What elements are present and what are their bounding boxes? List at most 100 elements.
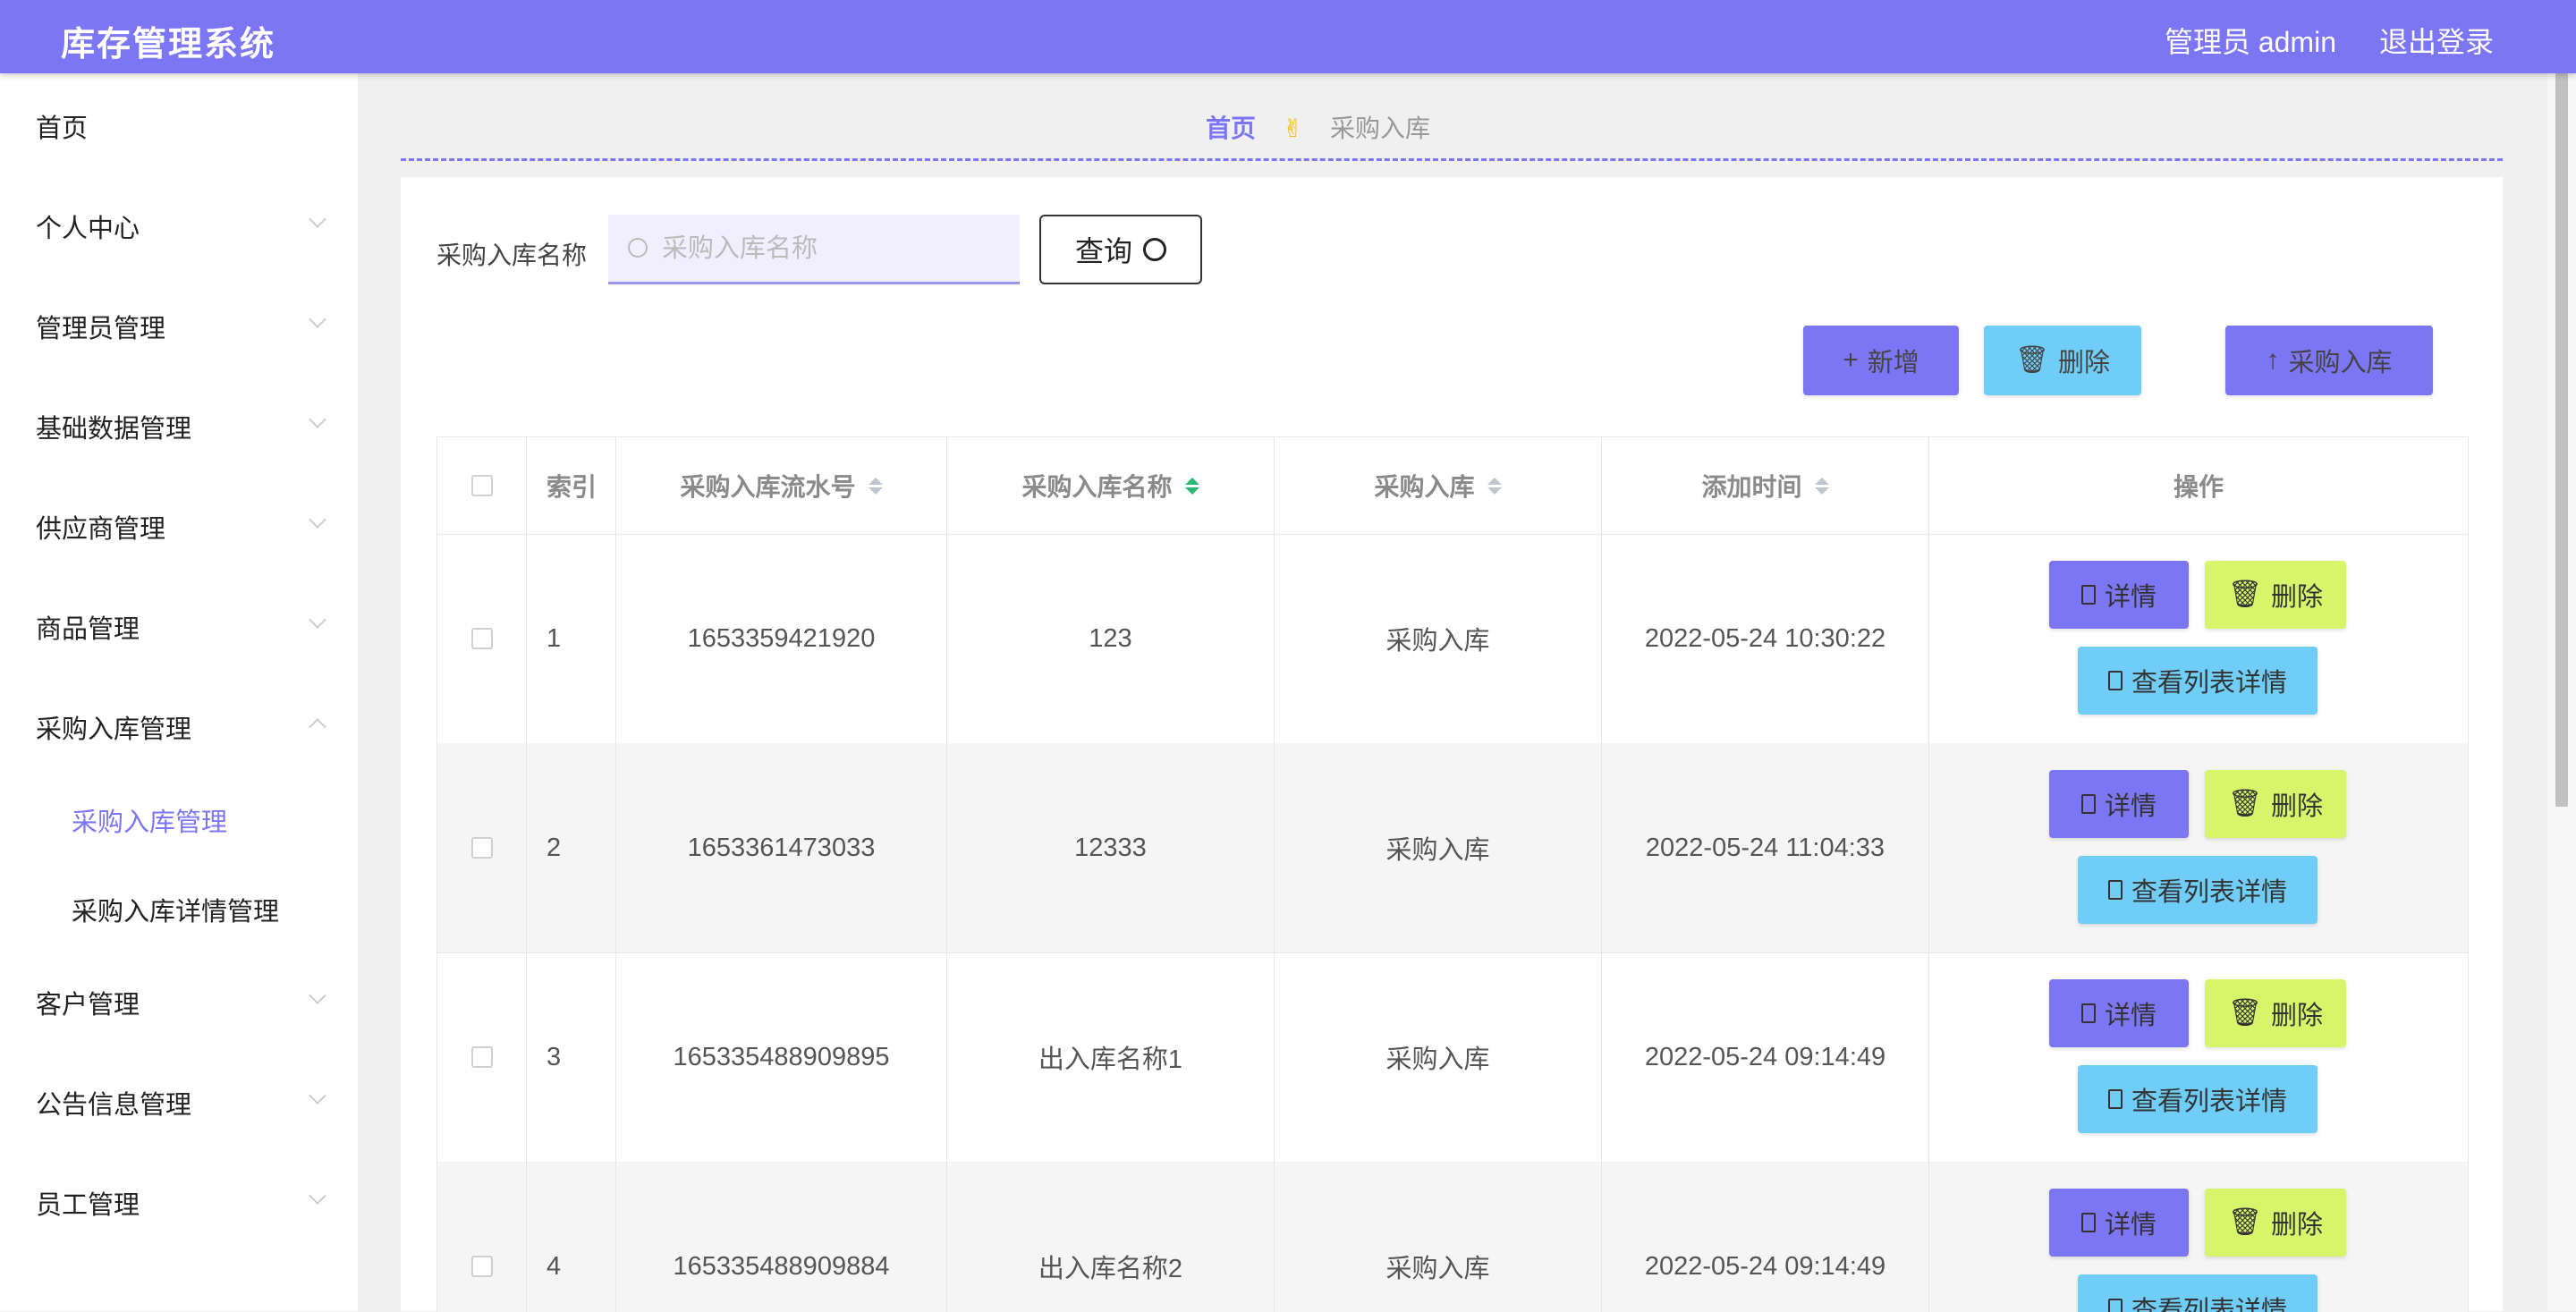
row-delete-button[interactable]: 🗑 删除 xyxy=(2205,1189,2346,1257)
sidebar-item-staff[interactable]: 员工管理 xyxy=(36,1184,326,1222)
detail-button-label: 详情 xyxy=(2104,1002,2157,1030)
chevron-down-icon xyxy=(309,310,326,328)
sort-icon[interactable] xyxy=(868,477,883,495)
cell-actions: 详情 🗑 删除 查看列表详情 xyxy=(1929,952,2468,1162)
row-checkbox[interactable] xyxy=(470,837,493,859)
list-detail-button[interactable]: 查看列表详情 xyxy=(2078,647,2318,715)
list-detail-button[interactable]: 查看列表详情 xyxy=(2078,856,2318,924)
chevron-down-icon xyxy=(309,411,326,428)
column-header[interactable]: 添加时间 xyxy=(1602,437,1929,534)
row-delete-button-label: 删除 xyxy=(2271,1211,2324,1240)
sidebar-item-label: 个人中心 xyxy=(36,215,140,243)
sort-icon[interactable] xyxy=(1814,477,1829,495)
cell-index: 3 xyxy=(527,952,616,1162)
search-input[interactable] xyxy=(660,225,1004,272)
sidebar-item-label: 首页 xyxy=(36,114,89,143)
column-header: 操作 xyxy=(2173,473,2224,501)
cell-index: 1 xyxy=(527,534,616,743)
row-checkbox[interactable] xyxy=(470,628,493,649)
sidebar-item-basic-data[interactable]: 基础数据管理 xyxy=(36,408,326,445)
app-title: 库存管理系统 xyxy=(61,26,276,63)
sidebar-item-profile[interactable]: 个人中心 xyxy=(36,207,326,245)
cell-name: 123 xyxy=(947,534,1275,743)
select-all-checkbox[interactable] xyxy=(470,475,493,496)
sidebar-item-goods[interactable]: 商品管理 xyxy=(36,608,326,646)
cell-index: 4 xyxy=(527,1162,616,1312)
detail-button[interactable]: 详情 xyxy=(2049,561,2189,629)
column-header-label: 采购入库 xyxy=(1374,473,1475,501)
cell-serial: 165335488909895 xyxy=(616,952,947,1162)
table-row: 3 165335488909895 出入库名称1 采购入库 2022-05-24… xyxy=(437,952,2468,1163)
submenu-item-purchase-in-detail[interactable]: 采购入库详情管理 xyxy=(72,891,279,928)
row-delete-button[interactable]: 🗑 删除 xyxy=(2205,770,2346,838)
chevron-down-icon xyxy=(309,986,326,1004)
trash-icon: 🗑 xyxy=(2227,1207,2263,1237)
cell-type: 采购入库 xyxy=(1275,952,1602,1162)
sidebar-item-customer[interactable]: 客户管理 xyxy=(36,984,326,1021)
sidebar-item-label: 管理员管理 xyxy=(36,315,166,343)
scrollbar-thumb[interactable] xyxy=(2555,73,2568,807)
cell-time: 2022-05-24 09:14:49 xyxy=(1602,1162,1929,1312)
chevron-up-icon xyxy=(309,718,326,736)
document-icon xyxy=(2080,794,2096,814)
sidebar-item-purchase-in[interactable]: 采购入库管理 xyxy=(36,708,326,746)
document-icon xyxy=(2107,1299,2123,1312)
detail-button[interactable]: 详情 xyxy=(2049,1189,2189,1257)
submenu-item-purchase-in-manage[interactable]: 采购入库管理 xyxy=(72,801,227,839)
sidebar-item-notice[interactable]: 公告信息管理 xyxy=(36,1084,326,1122)
cell-type: 采购入库 xyxy=(1275,534,1602,743)
sidebar-item-label: 基础数据管理 xyxy=(36,415,192,444)
delete-button[interactable]: 🗑 删除 xyxy=(1984,326,2141,395)
row-delete-button[interactable]: 🗑 删除 xyxy=(2205,979,2346,1047)
logout-link[interactable]: 退出登录 xyxy=(2379,20,2494,61)
detail-button[interactable]: 详情 xyxy=(2049,979,2189,1047)
admin-user-label: 管理员 admin xyxy=(2164,26,2336,58)
search-field[interactable] xyxy=(608,215,1020,284)
detail-button-label: 详情 xyxy=(2104,583,2157,612)
cell-actions: 详情 🗑 删除 查看列表详情 xyxy=(1929,743,2468,952)
cell-index: 2 xyxy=(527,743,616,952)
sidebar-item-supplier[interactable]: 供应商管理 xyxy=(36,508,326,546)
column-header[interactable]: 采购入库流水号 xyxy=(616,437,947,534)
row-checkbox[interactable] xyxy=(470,1046,493,1068)
sidebar-item-label: 采购入库管理 xyxy=(36,715,192,744)
purchase-in-button[interactable]: ↑ 采购入库 xyxy=(2225,326,2433,395)
trash-icon: 🗑 xyxy=(2014,345,2050,375)
cell-name: 12333 xyxy=(947,743,1275,952)
breadcrumb-current: 采购入库 xyxy=(1330,114,1431,142)
search-label: 采购入库名称 xyxy=(436,241,588,269)
victory-hand-icon: ✌ xyxy=(1282,114,1304,142)
column-header[interactable]: 采购入库 xyxy=(1275,437,1602,534)
chevron-down-icon xyxy=(309,210,326,228)
sidebar-item-admin[interactable]: 管理员管理 xyxy=(36,308,326,345)
top-navbar: 库存管理系统 管理员 admin 退出登录 xyxy=(0,0,2576,73)
column-header: 索引 xyxy=(527,437,616,534)
cell-time: 2022-05-24 09:14:49 xyxy=(1602,952,1929,1162)
column-header[interactable]: 采购入库名称 xyxy=(947,437,1275,534)
sort-icon[interactable] xyxy=(1487,477,1502,495)
list-detail-button[interactable]: 查看列表详情 xyxy=(2078,1065,2318,1133)
list-detail-button[interactable]: 查看列表详情 xyxy=(2078,1274,2318,1312)
detail-button[interactable]: 详情 xyxy=(2049,770,2189,838)
add-button[interactable]: + 新增 xyxy=(1803,326,1959,395)
row-checkbox[interactable] xyxy=(470,1256,493,1277)
trash-icon: 🗑 xyxy=(2227,580,2263,609)
row-delete-button-label: 删除 xyxy=(2271,1002,2324,1030)
query-button[interactable]: 查询 xyxy=(1039,215,1202,284)
table-row: 2 1653361473033 12333 采购入库 2022-05-24 11… xyxy=(437,743,2468,953)
column-header-label: 采购入库名称 xyxy=(1021,473,1173,501)
page-scrollbar[interactable] xyxy=(2547,73,2576,1311)
search-icon xyxy=(1143,238,1166,261)
sidebar: 首页 个人中心 管理员管理 基础数据管理 供应商管理 商品管理 采购入库管理 采… xyxy=(0,73,358,1311)
row-delete-button[interactable]: 🗑 删除 xyxy=(2205,561,2346,629)
detail-button-label: 详情 xyxy=(2104,1211,2157,1240)
breadcrumb: 首页 ✌ 采购入库 xyxy=(1206,109,1430,145)
sidebar-item-label: 客户管理 xyxy=(36,991,140,1020)
breadcrumb-home[interactable]: 首页 xyxy=(1206,114,1256,142)
sidebar-item-home[interactable]: 首页 xyxy=(36,107,322,145)
list-detail-button-label: 查看列表详情 xyxy=(2131,669,2287,698)
document-icon xyxy=(2080,1213,2096,1232)
chevron-down-icon xyxy=(309,1187,326,1205)
sort-icon[interactable] xyxy=(1184,477,1199,495)
sidebar-item-label: 公告信息管理 xyxy=(36,1091,192,1120)
